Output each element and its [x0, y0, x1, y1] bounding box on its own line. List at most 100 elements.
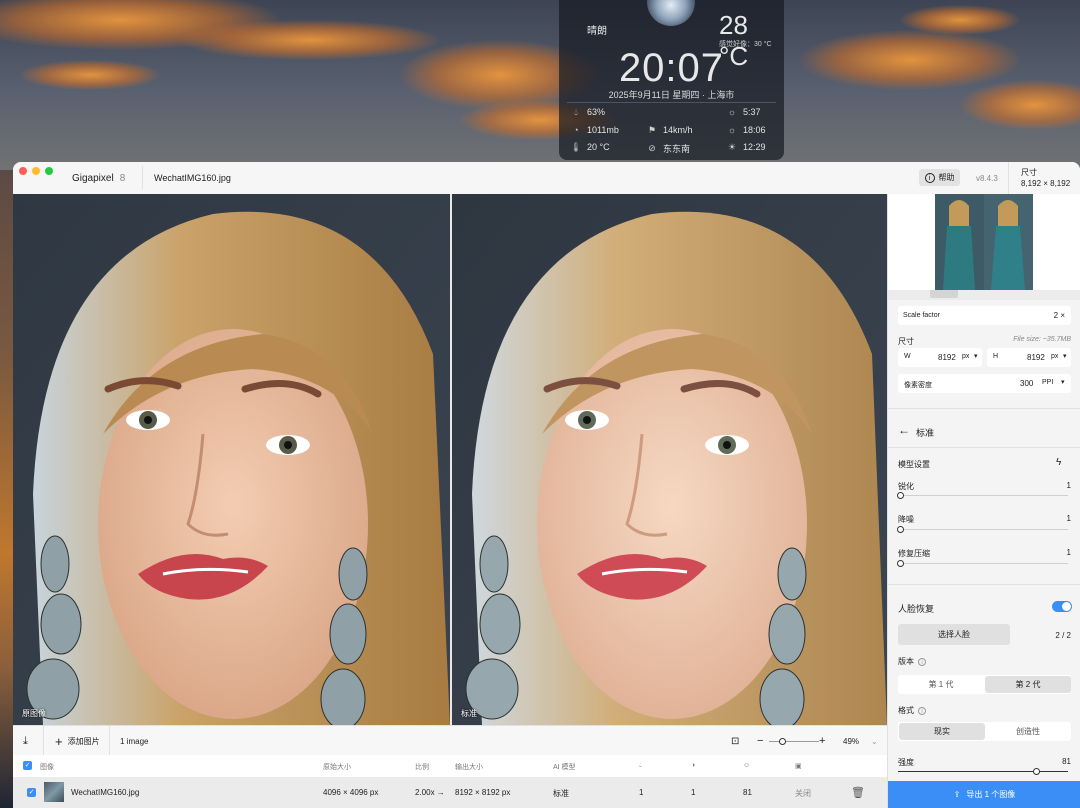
- zoom-slider-knob[interactable]: [779, 738, 786, 745]
- strength-label: 强度: [898, 758, 914, 767]
- version-option-2[interactable]: 第 2 代: [985, 676, 1071, 693]
- fix-compression-slider-knob[interactable]: [897, 560, 904, 567]
- app-version-badge: 8: [119, 173, 126, 184]
- denoise-slider[interactable]: [897, 526, 1068, 533]
- pressure-value: 1011mb: [587, 125, 619, 135]
- add-images-button[interactable]: + 添加图片: [55, 726, 100, 756]
- moon-icon: [647, 0, 695, 26]
- original-image-pane[interactable]: 原图像: [13, 194, 450, 725]
- zoom-out-button[interactable]: −: [757, 726, 763, 756]
- zoom-in-button[interactable]: +: [819, 726, 825, 756]
- denoise-slider-knob[interactable]: [897, 526, 904, 533]
- lightning-icon[interactable]: ϟ: [1056, 457, 1061, 468]
- divider: [1008, 162, 1009, 194]
- image-preview[interactable]: 原图像 标准: [13, 194, 887, 725]
- sunrise: ☼ 5:37: [727, 107, 761, 117]
- file-size-estimate: File size: ~35.7MB: [1013, 336, 1071, 343]
- enhanced-image-pane[interactable]: 标准: [452, 194, 887, 725]
- style-option-creative[interactable]: 创造性: [985, 722, 1071, 741]
- strength-slider-knob[interactable]: [1032, 768, 1040, 775]
- trash-icon[interactable]: 🗑︎: [851, 786, 865, 799]
- version-segmented-control[interactable]: 第 1 代 第 2 代: [898, 675, 1071, 694]
- wind-speed-value: 14km/h: [663, 125, 693, 135]
- zoom-level[interactable]: 49%: [843, 726, 859, 756]
- info-icon[interactable]: i: [918, 707, 926, 715]
- pressure: ◔ 1011mb: [571, 125, 619, 135]
- divider: [142, 166, 143, 190]
- face-icon: ☺: [743, 762, 751, 769]
- select-face-label: 选择人脸: [938, 630, 970, 639]
- version-option-1[interactable]: 第 1 代: [898, 675, 984, 694]
- export-button[interactable]: ⇪ 导出 1 个图像: [888, 781, 1080, 808]
- column-original-size[interactable]: 原始大小: [323, 762, 351, 772]
- info-icon[interactable]: i: [918, 658, 926, 666]
- divider: [567, 102, 776, 103]
- preset-tabs[interactable]: [888, 290, 1080, 300]
- output-size-label: 尺寸: [1021, 168, 1037, 177]
- strength-value: 81: [1062, 757, 1071, 766]
- help-button[interactable]: i 帮助: [919, 169, 960, 186]
- pixel-density-value: 300: [1020, 379, 1034, 388]
- row-checkbox[interactable]: ✓: [27, 788, 36, 797]
- select-all-checkbox[interactable]: ✓: [23, 761, 32, 770]
- version-label-text: 版本: [898, 657, 914, 666]
- fix-compression-slider[interactable]: [897, 560, 1068, 567]
- strength-slider[interactable]: [898, 768, 1068, 775]
- version-label: 版本 i: [898, 656, 926, 667]
- row-denoise: 1: [691, 788, 696, 797]
- denoise-value: 1: [1066, 514, 1071, 523]
- row-file-name: WechatIMG160.jpg: [71, 788, 140, 797]
- enhanced-label: 标准: [461, 709, 477, 718]
- navigator-image: [935, 194, 1033, 290]
- import-icon[interactable]: ⤓: [23, 726, 28, 756]
- chevron-down-icon: ▾: [974, 353, 978, 360]
- table-row[interactable]: ✓ WechatIMG160.jpg 4096 × 4096 px 2.00x …: [13, 777, 887, 808]
- tab-active[interactable]: [930, 290, 958, 298]
- close-window-button[interactable]: [19, 167, 27, 175]
- width-label: W: [904, 353, 911, 360]
- export-label: 导出 1 个图像: [966, 790, 1016, 799]
- export-icon: ⇪: [953, 790, 961, 799]
- dew-point: 🌡︎ 20 °C: [570, 142, 609, 153]
- zoom-window-button[interactable]: [45, 167, 53, 175]
- sunset-icon: ☼: [727, 125, 737, 135]
- navigator[interactable]: [888, 194, 1080, 290]
- style-label-text: 格式: [898, 706, 914, 715]
- pixel-density-input[interactable]: 像素密度 300 PPI ▾: [898, 374, 1071, 393]
- chevron-down-icon[interactable]: ⌄: [871, 726, 878, 756]
- gauge-icon: ◔: [573, 125, 579, 135]
- droplet-icon: 💧︎: [574, 106, 578, 117]
- column-image[interactable]: 图像: [40, 762, 54, 772]
- face-recovery-toggle[interactable]: [1052, 601, 1072, 612]
- sun-icon: ☀︎: [727, 141, 737, 152]
- minimize-window-button[interactable]: [32, 167, 40, 175]
- title-bar: Gigapixel 8 WechatIMG160.jpg i 帮助 v8.4.3 尺…: [13, 162, 1080, 195]
- column-ai-model[interactable]: AI 模型: [553, 762, 576, 772]
- style-segmented-control[interactable]: 现实 创造性: [898, 722, 1071, 741]
- back-arrow-icon[interactable]: ←: [898, 423, 910, 437]
- fit-screen-icon[interactable]: ⊡: [731, 726, 739, 756]
- width-unit: px: [962, 353, 970, 360]
- style-option-realistic[interactable]: 现实: [899, 723, 985, 740]
- column-output-size[interactable]: 输出大小: [455, 762, 483, 772]
- zoom-slider[interactable]: [769, 738, 819, 745]
- flag-icon: ⚑: [647, 124, 657, 135]
- row-scale: 2.00x →: [415, 788, 445, 797]
- width-input[interactable]: W 8192 px ▾: [898, 348, 982, 367]
- height-value: 8192: [1027, 353, 1045, 362]
- scale-factor-selector[interactable]: Scale factor 2 ×: [898, 306, 1071, 325]
- wind-direction: ⊘ 东东南: [647, 142, 690, 155]
- denoise-icon: ◑: [691, 762, 696, 769]
- select-face-button[interactable]: 选择人脸: [898, 624, 1010, 645]
- sharpen-slider[interactable]: [897, 492, 1068, 499]
- height-input[interactable]: H 8192 px ▾: [987, 348, 1071, 367]
- sharpen-slider-knob[interactable]: [897, 492, 904, 499]
- compression-icon: ▣: [795, 763, 802, 770]
- column-scale[interactable]: 比例: [415, 762, 429, 772]
- wind-speed: ⚑ 14km/h: [647, 124, 693, 136]
- row-face-strength: 81: [743, 788, 752, 797]
- desktop-sky: [0, 0, 1080, 170]
- sharpen-value: 1: [1066, 481, 1071, 490]
- navigator-thumbnail[interactable]: [935, 194, 1033, 290]
- sunset-value: 18:06: [743, 125, 766, 135]
